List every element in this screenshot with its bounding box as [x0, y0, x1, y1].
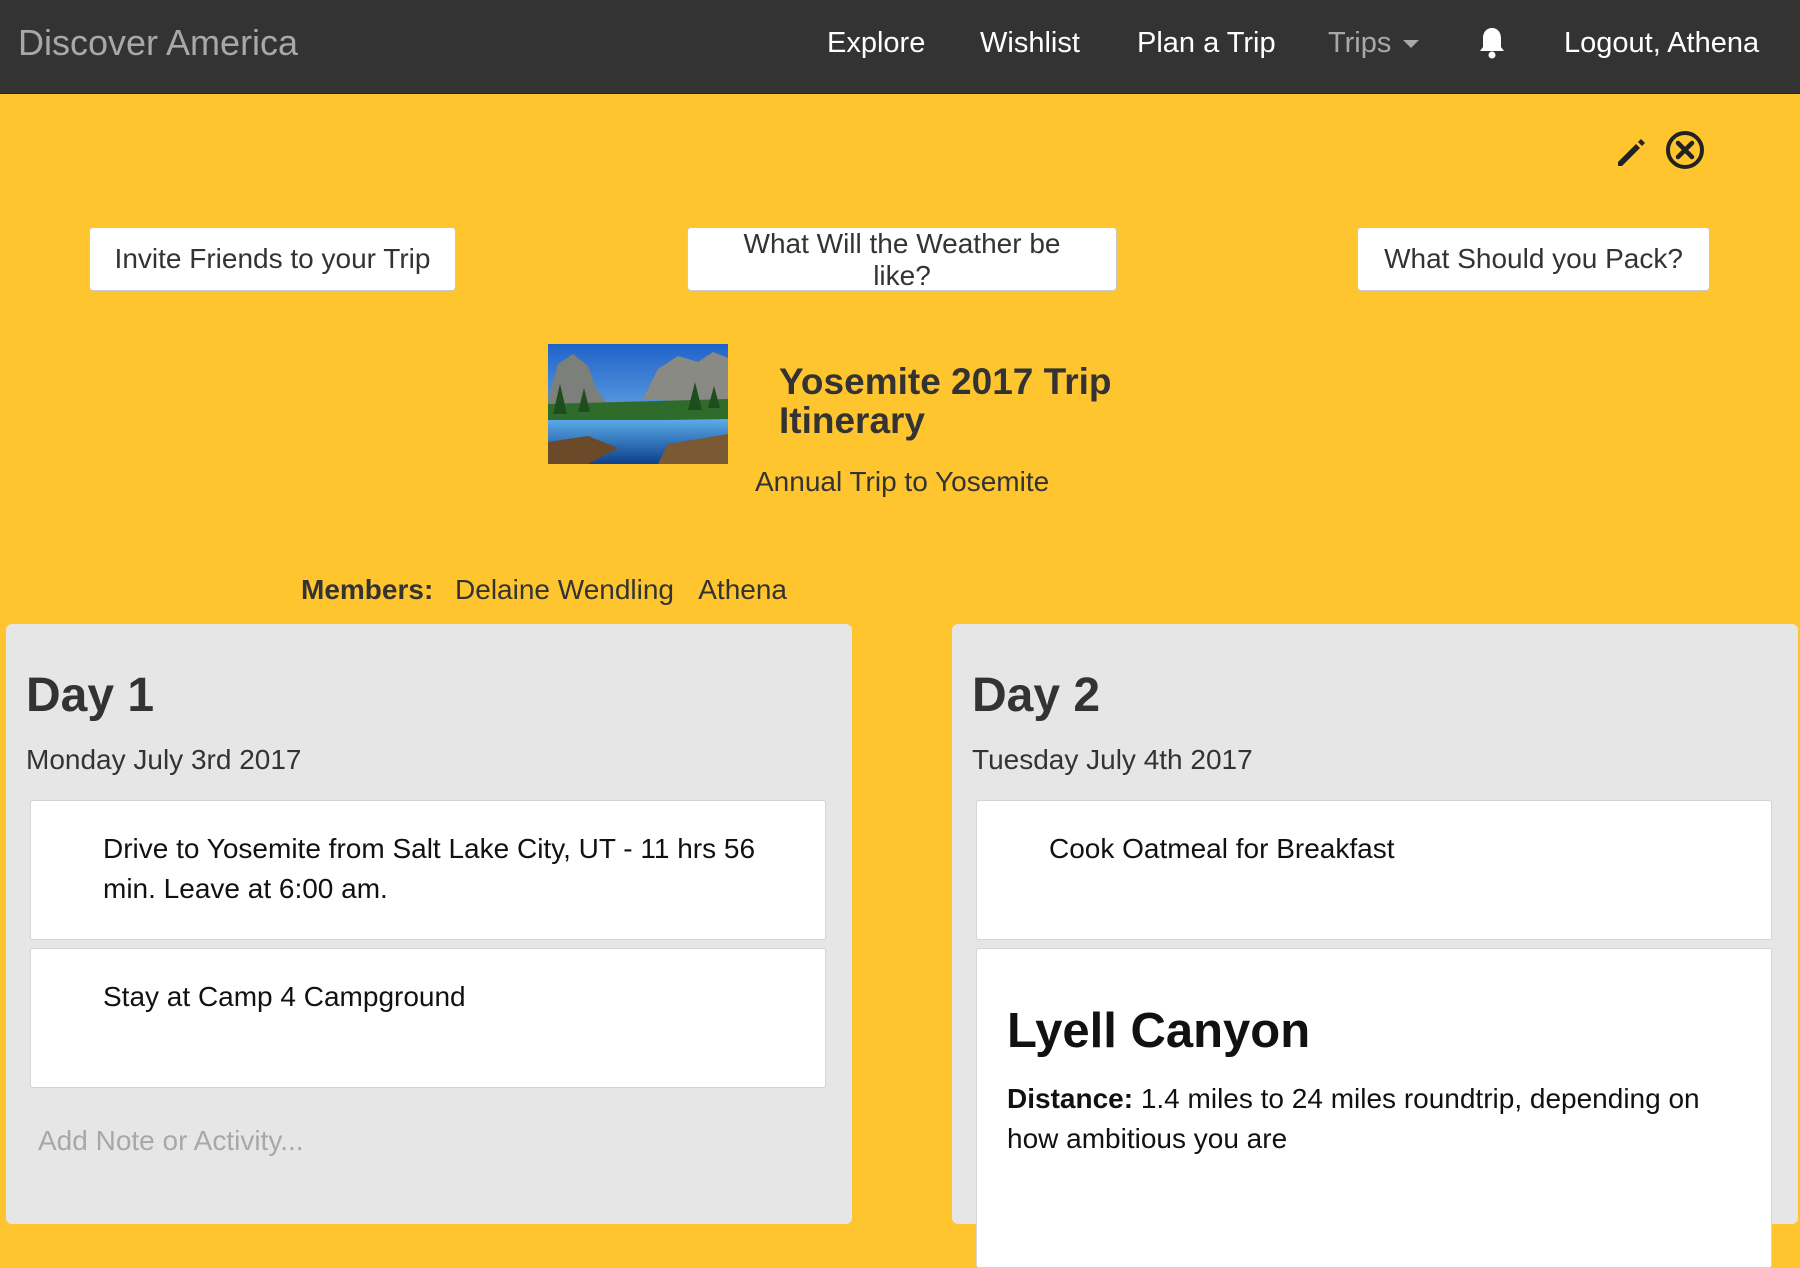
members-list: Members: Delaine Wendling Athena [301, 574, 805, 606]
day-date: Monday July 3rd 2017 [26, 744, 302, 775]
member-name[interactable]: Delaine Wendling [455, 574, 674, 605]
pencil-icon[interactable] [1614, 136, 1648, 170]
day-title: Day 2 [972, 669, 1101, 722]
logout-link[interactable]: Logout, Athena [1564, 27, 1759, 60]
trip-photo [548, 344, 728, 464]
nav-explore[interactable]: Explore [827, 27, 925, 60]
invite-friends-button[interactable]: Invite Friends to your Trip [89, 227, 456, 291]
day-title: Day 1 [26, 669, 155, 722]
member-name[interactable]: Athena [698, 574, 787, 605]
activity-card[interactable]: Stay at Camp 4 Campground [30, 948, 826, 1088]
trip-title: Yosemite 2017 Trip Itinerary [779, 361, 1112, 441]
add-note-input[interactable] [36, 1124, 800, 1158]
navbar: Discover America Explore Wishlist Plan a… [0, 0, 1800, 94]
members-label: Members: [301, 574, 434, 605]
nav-trips-label: Trips [1328, 27, 1392, 59]
close-circle-icon[interactable] [1664, 129, 1706, 171]
distance-label: Distance: [1007, 1083, 1134, 1114]
chevron-down-icon [1403, 40, 1420, 49]
bell-icon[interactable] [1478, 26, 1506, 60]
brand-link[interactable]: Discover America [18, 22, 298, 64]
hike-title: Lyell Canyon [1007, 1004, 1311, 1058]
nav-wishlist[interactable]: Wishlist [980, 27, 1080, 60]
hike-distance: Distance: 1.4 miles to 24 miles roundtri… [1007, 1079, 1731, 1159]
hike-card[interactable]: Lyell Canyon Distance: 1.4 miles to 24 m… [976, 948, 1772, 1268]
day-card: Day 1 Monday July 3rd 2017 Drive to Yose… [6, 624, 852, 1224]
trip-subtitle: Annual Trip to Yosemite [755, 466, 1050, 497]
activity-card[interactable]: Drive to Yosemite from Salt Lake City, U… [30, 800, 826, 940]
nav-plan-a-trip[interactable]: Plan a Trip [1137, 27, 1276, 60]
weather-button[interactable]: What Will the Weather be like? [687, 227, 1117, 291]
day-card: Day 2 Tuesday July 4th 2017 Cook Oatmeal… [952, 624, 1798, 1268]
day-date: Tuesday July 4th 2017 [972, 744, 1253, 775]
nav-trips-dropdown[interactable]: Trips [1328, 27, 1420, 60]
activity-card[interactable]: Cook Oatmeal for Breakfast [976, 800, 1772, 940]
pack-button[interactable]: What Should you Pack? [1357, 227, 1710, 291]
